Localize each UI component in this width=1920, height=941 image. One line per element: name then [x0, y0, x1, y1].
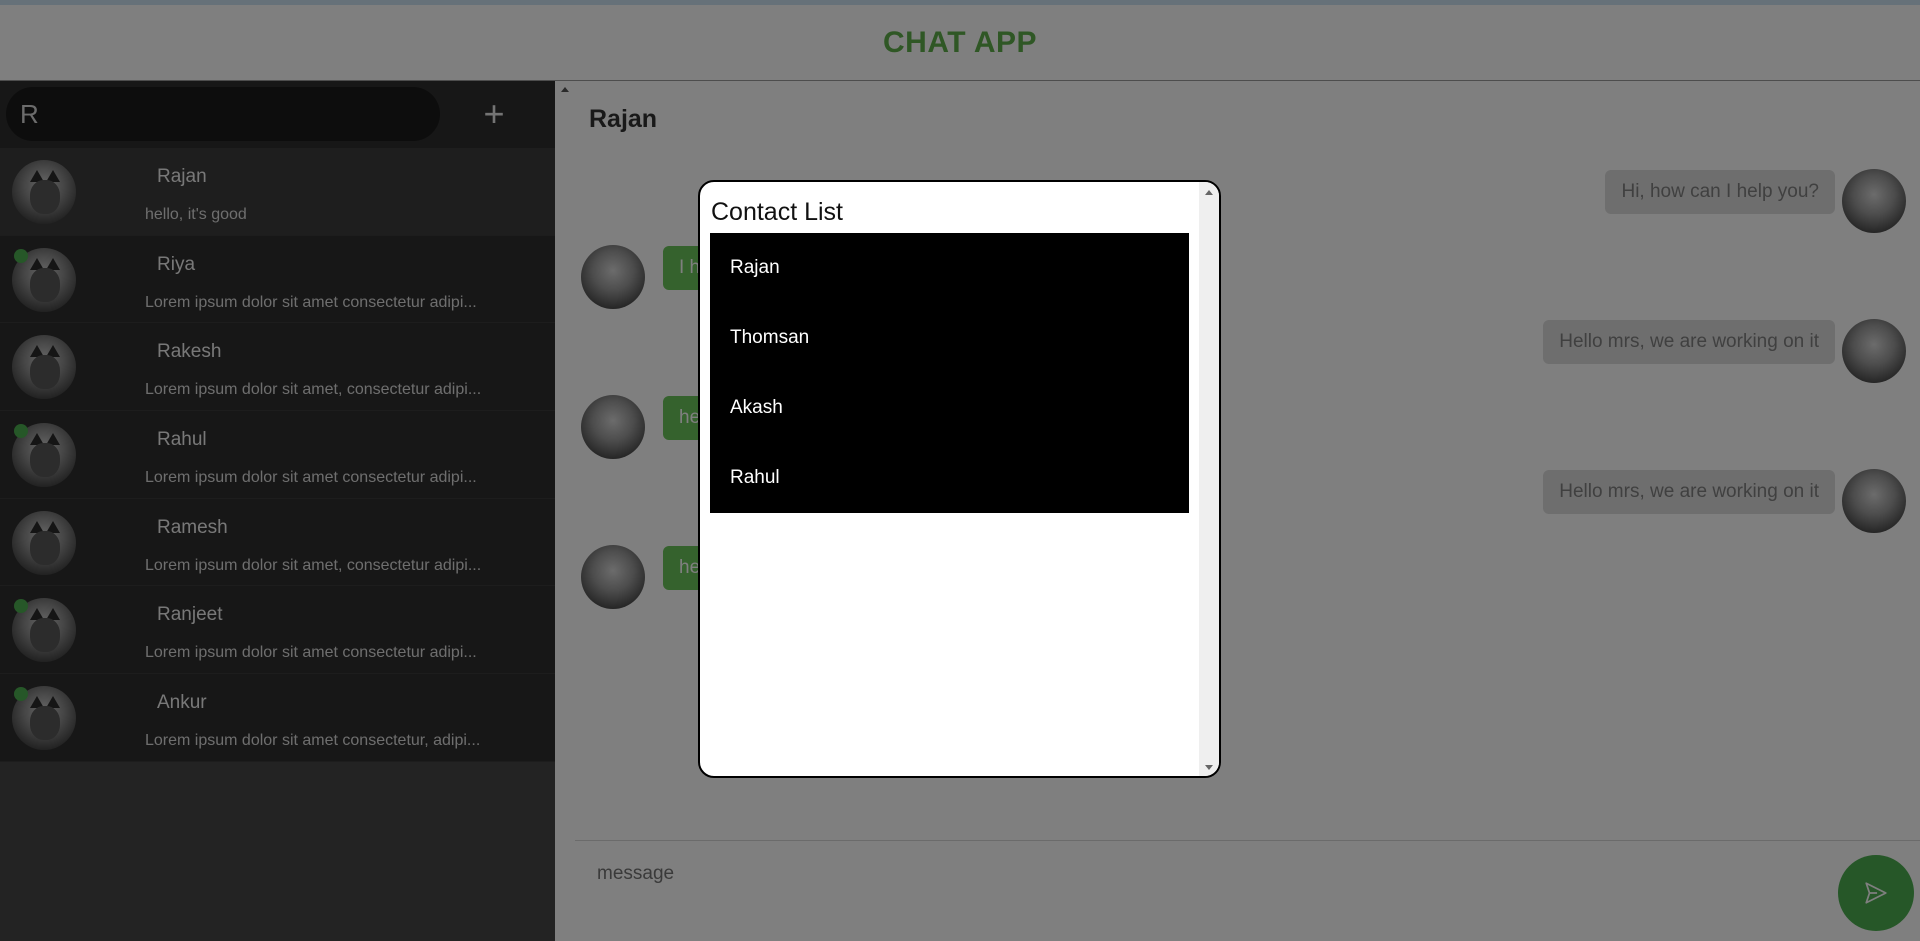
scroll-down-arrow-icon[interactable] — [1205, 765, 1213, 770]
chat-app: CHAT APP + Rajan hello, it's good Riya L… — [0, 0, 1920, 941]
modal-contact-item[interactable]: Thomsan — [710, 303, 1189, 373]
contact-list-modal: Contact List Rajan Thomsan Akash Rahul — [698, 180, 1221, 778]
modal-contact-item[interactable]: Rajan — [710, 233, 1189, 303]
modal-title: Contact List — [711, 198, 844, 226]
modal-scrollbar[interactable] — [1199, 182, 1219, 776]
modal-contact-item[interactable]: Rahul — [710, 443, 1189, 513]
modal-contact-list: Rajan Thomsan Akash Rahul — [710, 233, 1189, 513]
modal-contact-item[interactable]: Akash — [710, 373, 1189, 443]
scroll-up-arrow-icon[interactable] — [1205, 190, 1213, 195]
